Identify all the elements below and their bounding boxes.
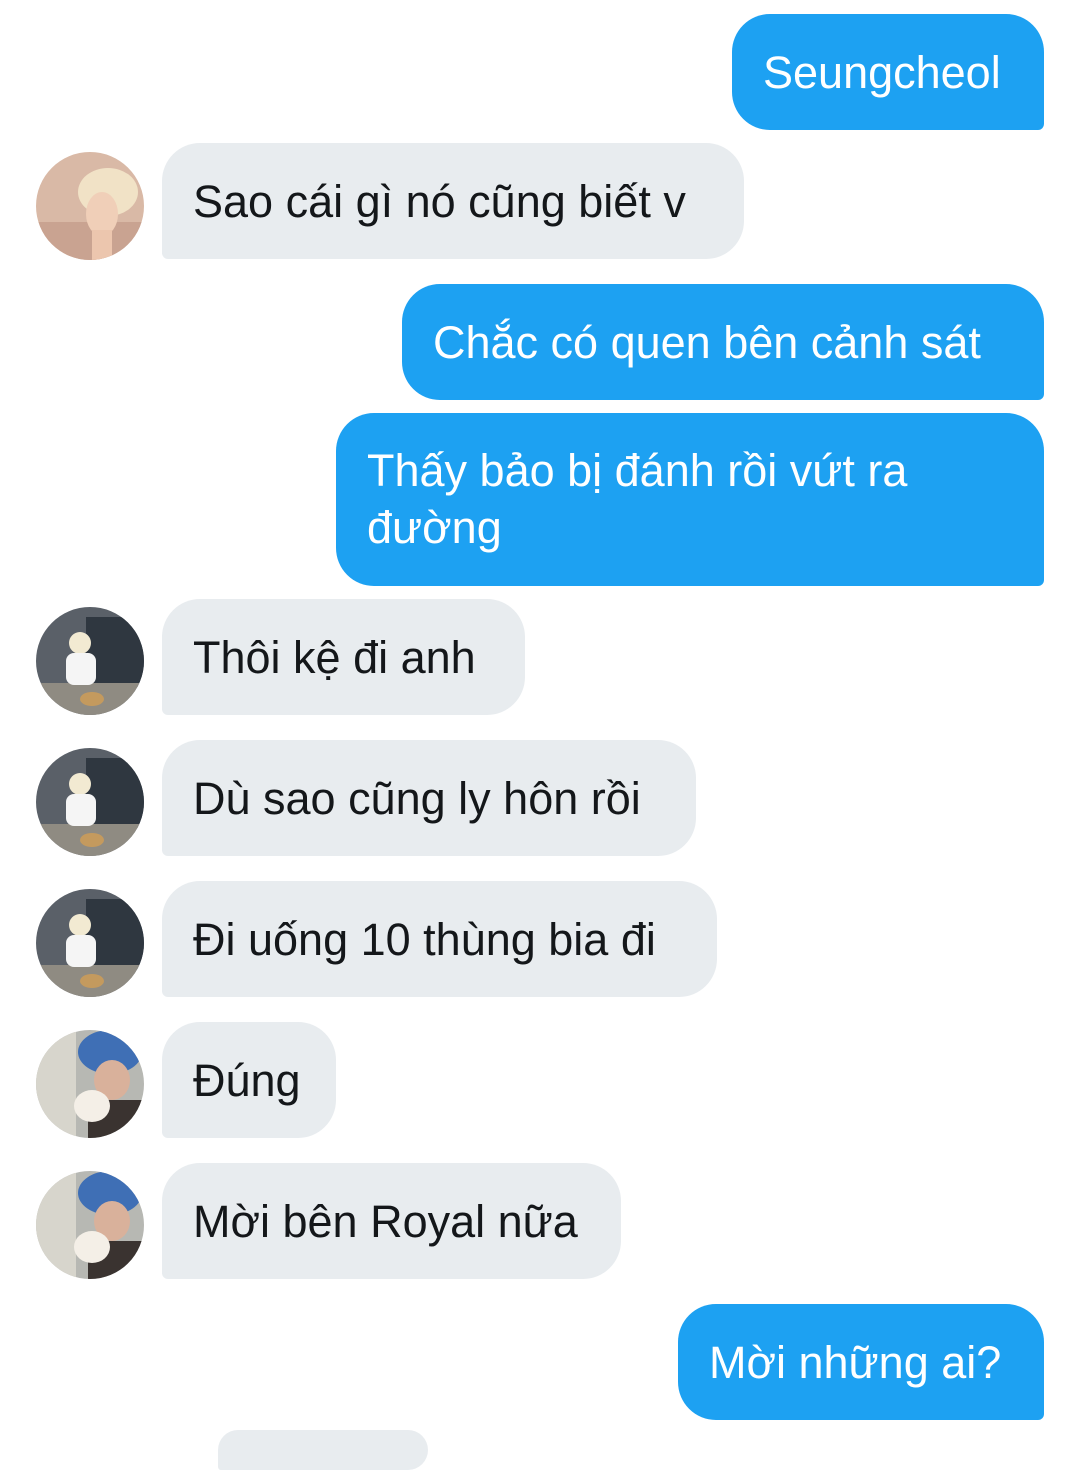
outgoing-message-bubble[interactable]: Chắc có quen bên cảnh sát: [402, 284, 1044, 400]
car-dog-avatar[interactable]: [36, 607, 144, 715]
outgoing-message-bubble[interactable]: Seungcheol: [732, 14, 1044, 130]
incoming-message-bubble[interactable]: Đúng: [162, 1022, 336, 1138]
outgoing-message-bubble[interactable]: Thấy bảo bị đánh rồi vứt ra đường: [336, 413, 1044, 586]
blonde-profile-avatar[interactable]: [36, 152, 144, 260]
car-dog-avatar[interactable]: [36, 889, 144, 997]
incoming-message-bubble-partial[interactable]: [218, 1430, 428, 1470]
blue-hair-puppy-avatar[interactable]: [36, 1030, 144, 1138]
incoming-message-bubble[interactable]: Dù sao cũng ly hôn rồi: [162, 740, 696, 856]
incoming-message-bubble[interactable]: Thôi kệ đi anh: [162, 599, 525, 715]
incoming-message-bubble[interactable]: Đi uống 10 thùng bia đi: [162, 881, 717, 997]
incoming-message-bubble[interactable]: Sao cái gì nó cũng biết v: [162, 143, 744, 259]
car-dog-avatar[interactable]: [36, 748, 144, 856]
incoming-message-bubble[interactable]: Mời bên Royal nữa: [162, 1163, 621, 1279]
outgoing-message-bubble[interactable]: Mời những ai?: [678, 1304, 1044, 1420]
blue-hair-puppy-avatar[interactable]: [36, 1171, 144, 1279]
